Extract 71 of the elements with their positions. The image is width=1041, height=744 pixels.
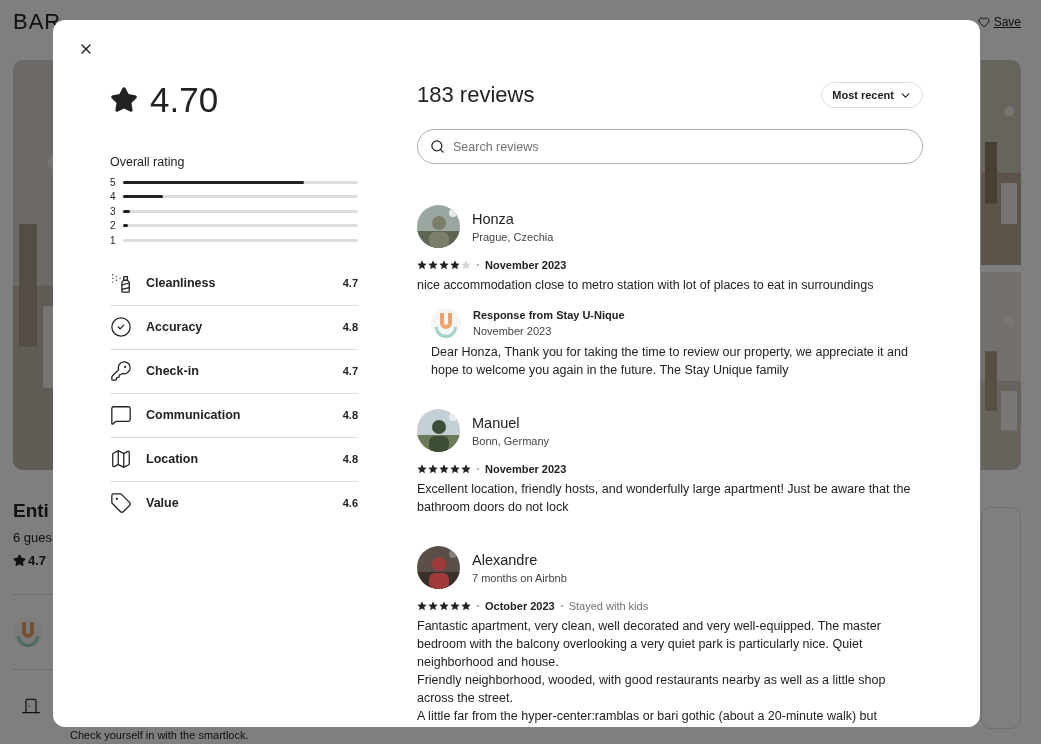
reviewer-subtitle: Bonn, Germany (472, 434, 550, 447)
door-icon (21, 696, 41, 716)
listing-heading: BAR (13, 9, 62, 35)
heart-icon (977, 16, 990, 28)
star-icon (450, 260, 460, 270)
category-score: 4.7 (342, 365, 358, 377)
search-icon (430, 139, 445, 154)
category-score: 4.6 (342, 497, 358, 509)
save-link[interactable]: Save (993, 15, 1021, 29)
check-circle-icon (110, 316, 132, 338)
star-icon (450, 601, 460, 611)
search-field[interactable]: Search reviews (417, 129, 923, 164)
star-count-label: 2 (110, 220, 116, 232)
category-label: Value (146, 496, 180, 510)
tag-icon (110, 492, 132, 514)
category-score: 4.8 (342, 453, 358, 465)
category-score: 4.7 (342, 277, 358, 289)
sort-dropdown[interactable]: Most recent (821, 82, 923, 108)
category-label: Accuracy (146, 320, 204, 334)
average-rating: 4.70 (150, 80, 219, 120)
category-score: 4.8 (342, 409, 358, 421)
review-text: Fantastic apartment, very clean, well decorated and very well-equipped. The master bedroom with the balcony overlooking a very quiet park is particularly nice. Quiet neighborhood and house. Friendly neighborhood, wooded, with good restaurants nearby as well as a little shop across the street. A little far from the hyper-center:ramblas or bari gothic (about a 20-minute walk) but (417, 618, 887, 725)
star-icon (450, 464, 460, 474)
star-icon (439, 464, 449, 474)
response-date: November 2023 (473, 325, 553, 337)
star-count-label: 1 (110, 234, 116, 246)
reviews-heading: 183 reviews (417, 82, 535, 108)
review-text: nice accommodation close to metro station with lot of places to eat in surroundings (417, 277, 875, 294)
listing-title: Enti (13, 500, 49, 522)
reviewer-subtitle: 7 months on Airbnb (472, 571, 567, 584)
trip-type: Stayed with kids (568, 600, 649, 612)
category-label: Check-in (146, 364, 200, 378)
category-label: Cleanliness (146, 276, 217, 290)
star-count-label: 4 (110, 191, 116, 203)
review-date: November 2023 (485, 463, 567, 475)
star-icon (439, 601, 449, 611)
category-label: Communication (146, 408, 242, 422)
reviewer-name: Alexandre (472, 551, 539, 568)
star-icon (461, 601, 471, 611)
overall-rating-label: Overall rating (110, 155, 186, 169)
star-icon (417, 464, 427, 474)
reviewer-name: Manuel (472, 414, 521, 431)
star-icon (13, 554, 26, 567)
response-title: Response from Stay U-Nique (473, 309, 625, 321)
rating-value: 4.7 (28, 553, 47, 568)
star-icon (428, 260, 438, 270)
category-score: 4.8 (342, 321, 358, 333)
star-icon (461, 464, 471, 474)
reviewer-subtitle: Prague, Czechia (472, 230, 554, 243)
star-icon (439, 260, 449, 270)
speech-bubble-icon (110, 404, 132, 426)
review-date: October 2023 (485, 600, 555, 612)
star-icon (461, 260, 471, 270)
star-icon (417, 260, 427, 270)
reviewer-name: Honza (472, 210, 515, 227)
category-label: Location (146, 452, 200, 466)
guest-count: 6 gues (13, 530, 53, 545)
host-logo (431, 308, 461, 338)
star-count-label: 3 (110, 205, 116, 217)
star-icon (428, 464, 438, 474)
map-icon (110, 448, 132, 470)
key-icon (110, 360, 132, 382)
star-icon (417, 601, 427, 611)
review-text: Excellent location, friendly hosts, and wonderfully large apartment! Just be aware that the bathroom doors do not lock (417, 481, 912, 516)
star-count-label: 5 (110, 176, 116, 188)
star-icon (428, 601, 438, 611)
response-text: Dear Honza, Thank you for taking the time to review our property, we appreciate it and hope to welcome you again in the future. The Stay Unique family (431, 344, 909, 379)
spray-bottle-icon (110, 272, 132, 294)
review-date: November 2023 (485, 259, 567, 271)
checkin-note: Check yourself in with the smartlock. (70, 729, 249, 742)
star-icon (110, 86, 138, 114)
